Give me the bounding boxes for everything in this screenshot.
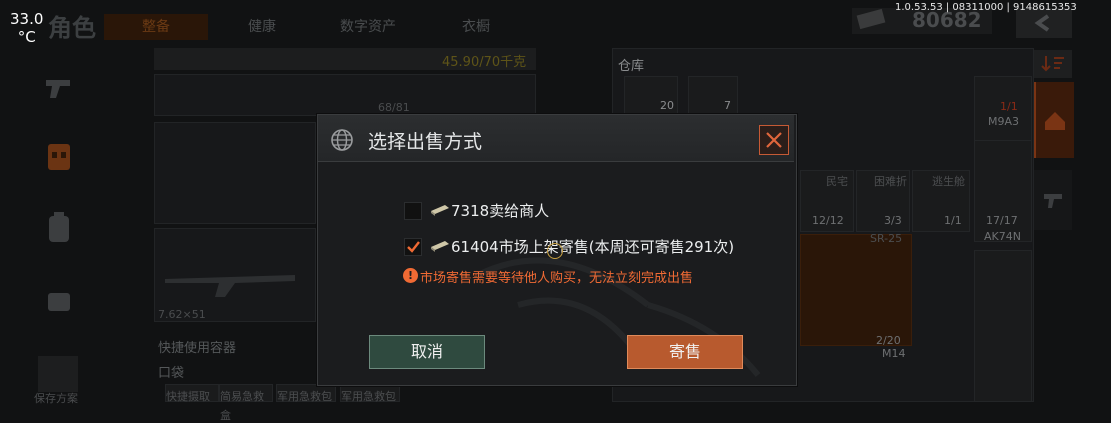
weight-text: 45.90/70千克	[442, 55, 527, 70]
warehouse-cell-selected[interactable]	[800, 234, 912, 346]
cell-name: 困难折	[874, 175, 907, 188]
quick-slot[interactable]: 军用急救包	[276, 384, 336, 403]
cell-count: 1/1	[944, 214, 962, 227]
dialog-title: 选择出售方式	[368, 131, 483, 153]
warehouse-label: 仓库	[618, 59, 645, 74]
weapon-name: AK74N	[984, 230, 1021, 243]
cell-name: 民宅	[826, 175, 848, 188]
globe-icon	[330, 128, 354, 152]
rifle-icon	[165, 275, 295, 297]
armor-slot[interactable]	[154, 122, 316, 224]
warehouse-tab-home[interactable]	[1034, 82, 1074, 158]
tab-loadout[interactable]: 整备	[104, 14, 208, 40]
vest-nav-icon[interactable]	[40, 140, 78, 174]
weapon-name: M14	[882, 347, 906, 360]
sell-to-merchant-checkbox[interactable]	[404, 202, 422, 220]
pocket-label: 口袋	[158, 366, 185, 381]
cursor-indicator	[547, 243, 563, 259]
close-icon	[766, 132, 782, 148]
vest-slot[interactable]	[154, 74, 536, 116]
weapon-count: 17/17	[986, 214, 1018, 227]
home-icon	[1045, 112, 1065, 130]
cell-count: 20	[660, 99, 674, 112]
temperature-value: 33.0	[10, 10, 44, 28]
ammo-label: 7.62×51	[158, 308, 206, 321]
page-title: 角色	[48, 14, 96, 42]
cash-icon	[430, 237, 450, 252]
sort-button[interactable]	[1034, 50, 1072, 78]
backpack-nav-icon[interactable]	[40, 210, 78, 244]
sort-icon	[1041, 56, 1064, 72]
warehouse-cell[interactable]	[974, 250, 1032, 402]
cancel-button[interactable]: 取消	[369, 335, 485, 369]
cell-name: 逃生舱	[932, 175, 965, 188]
cash-icon	[430, 201, 450, 216]
sell-to-merchant-label[interactable]: 7318卖给商人	[451, 200, 549, 221]
market-consign-checkbox[interactable]	[404, 238, 422, 256]
weapon-count: 2/20	[876, 334, 901, 347]
tab-wardrobe[interactable]: 衣橱	[424, 14, 528, 40]
quick-slot[interactable]: 简易急救盒	[219, 384, 273, 422]
temperature-unit: °C	[17, 28, 36, 46]
device-nav-icon[interactable]	[40, 285, 78, 319]
checkmark-icon	[407, 241, 420, 253]
cell-count: 7	[724, 99, 731, 112]
cell-count: 12/12	[812, 214, 844, 227]
quick-slot[interactable]: 军用急救包	[340, 384, 400, 403]
temperature-readout: 33.0 °C	[10, 10, 43, 46]
weapon-nav-icon[interactable]	[40, 70, 78, 104]
version-text: 1.0.53.53 | 08311000 | 9148615353	[895, 2, 1077, 13]
consign-sell-button[interactable]: 寄售	[627, 335, 743, 369]
tab-health[interactable]: 健康	[212, 14, 312, 40]
slot-capacity: 68/81	[378, 101, 410, 114]
close-button[interactable]	[759, 125, 789, 155]
pistol-icon	[1044, 194, 1062, 208]
quick-slot[interactable]: 快捷摄取	[165, 384, 219, 403]
weapon-count: 1/1	[1000, 100, 1018, 113]
warning-text: 市场寄售需要等待他人购买，无法立刻完成出售	[420, 271, 694, 286]
cell-count: 3/3	[884, 214, 902, 227]
market-consign-label[interactable]: 61404市场上架寄售(本周还可寄售291次)	[451, 236, 734, 257]
warehouse-tab-weapons[interactable]	[1034, 170, 1072, 230]
tab-digital-assets[interactable]: 数字资产	[316, 14, 420, 40]
warning-icon: !	[403, 268, 418, 283]
weapon-name: M9A3	[988, 115, 1020, 128]
folder-icon[interactable]	[38, 356, 78, 392]
save-plan-label: 保存方案	[34, 392, 78, 405]
weapon-name: SR-25	[870, 232, 903, 245]
quick-use-label: 快捷使用容器	[158, 341, 237, 356]
